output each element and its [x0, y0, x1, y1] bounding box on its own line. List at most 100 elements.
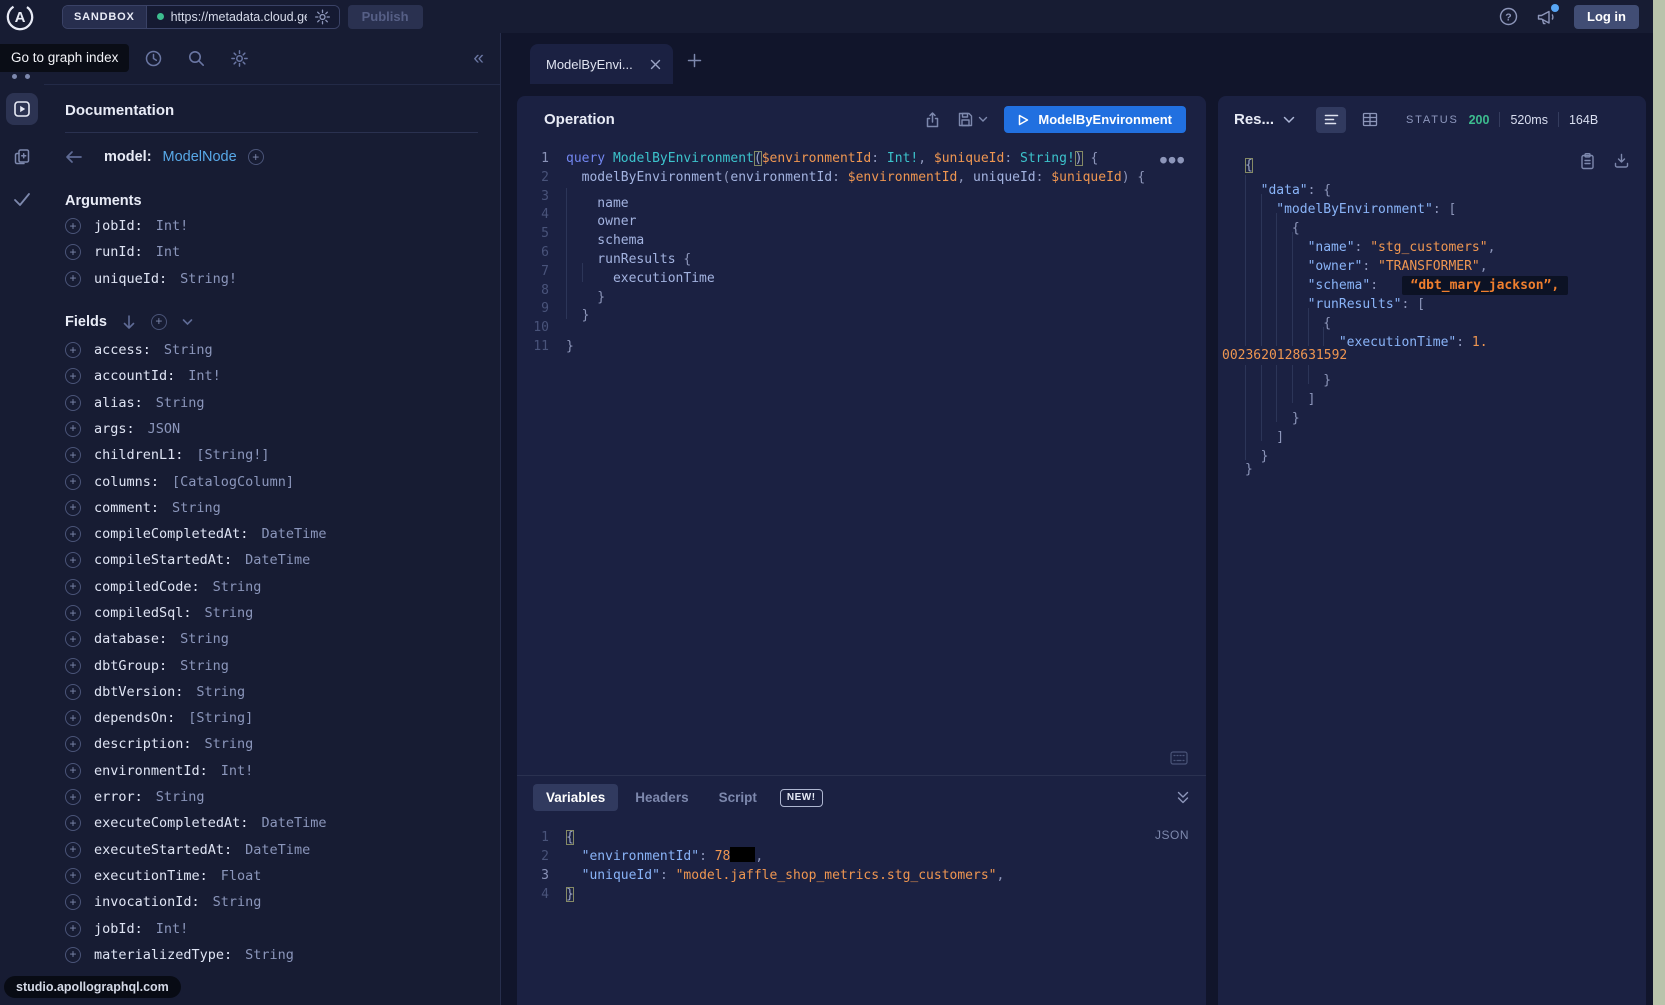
argument-row[interactable]: uniqueId:String! — [65, 266, 478, 292]
add-field-icon[interactable] — [65, 421, 81, 437]
field-row[interactable]: childrenL1:[String!] — [65, 442, 478, 468]
copy-response-icon[interactable] — [1579, 152, 1596, 170]
field-row[interactable]: executeCompletedAt:DateTime — [65, 810, 478, 836]
code-line[interactable]: 9} — [517, 300, 1206, 319]
code-line[interactable]: } — [1245, 365, 1646, 384]
run-operation-button[interactable]: ModelByEnvironment — [1004, 106, 1186, 133]
code-line[interactable]: 4 owner — [517, 206, 1206, 225]
type-link[interactable]: ModelNode — [163, 149, 237, 165]
add-field-icon[interactable] — [65, 947, 81, 963]
field-row[interactable]: comment:String — [65, 495, 478, 521]
field-row[interactable]: environmentId:Int! — [65, 758, 478, 784]
tab-script[interactable]: Script — [706, 784, 770, 811]
settings-gear-icon[interactable] — [230, 49, 249, 68]
code-line[interactable]: "name": "stg_customers", — [1245, 232, 1646, 251]
add-field-icon[interactable] — [65, 736, 81, 752]
download-response-icon[interactable] — [1613, 152, 1630, 169]
collapse-panel-icon[interactable]: « — [473, 49, 484, 68]
keyboard-shortcuts-icon[interactable] — [1170, 751, 1188, 765]
code-line[interactable]: "data": { — [1245, 175, 1646, 194]
code-line[interactable]: 3 "uniqueId": "model.jaffle_shop_metrics… — [517, 866, 1206, 885]
code-line[interactable]: } — [1245, 460, 1646, 479]
announcements-megaphone-icon[interactable] — [1536, 8, 1556, 26]
checks-nav-item[interactable] — [11, 189, 33, 209]
add-field-icon[interactable] — [65, 500, 81, 516]
add-field-icon[interactable] — [65, 447, 81, 463]
endpoint-url-input[interactable]: https://metadata.cloud.get — [147, 6, 339, 28]
field-row[interactable]: materializedType:String — [65, 942, 478, 968]
add-field-icon[interactable] — [65, 395, 81, 411]
field-row[interactable]: jobId:Int! — [65, 915, 478, 941]
new-tab-icon[interactable] — [687, 53, 702, 68]
field-row[interactable]: executionTime:Float — [65, 863, 478, 889]
add-field-icon[interactable] — [65, 342, 81, 358]
field-row[interactable]: compiledCode:String — [65, 574, 478, 600]
save-chevron-icon[interactable] — [978, 116, 988, 123]
field-row[interactable]: compiledSql:String — [65, 600, 478, 626]
code-line[interactable]: 4} — [517, 885, 1206, 904]
code-line[interactable]: 10 — [517, 319, 1206, 338]
field-row[interactable]: error:String — [65, 784, 478, 810]
add-field-icon[interactable] — [65, 789, 81, 805]
code-line[interactable]: "owner": "TRANSFORMER", — [1245, 251, 1646, 270]
add-field-icon[interactable] — [65, 244, 81, 260]
code-line[interactable]: "modelByEnvironment": [ — [1245, 194, 1646, 213]
tab-variables[interactable]: Variables — [533, 784, 618, 811]
field-row[interactable]: access:String — [65, 337, 478, 363]
add-field-icon[interactable] — [65, 921, 81, 937]
collapse-variables-icon[interactable] — [1176, 791, 1190, 804]
explorer-nav-item[interactable] — [6, 93, 38, 125]
add-field-icon[interactable] — [248, 149, 264, 165]
add-field-icon[interactable] — [65, 894, 81, 910]
add-field-icon[interactable] — [65, 684, 81, 700]
publish-button[interactable]: Publish — [348, 5, 423, 29]
response-dropdown[interactable]: Res... — [1234, 111, 1274, 128]
add-field-icon[interactable] — [65, 271, 81, 287]
tab-headers[interactable]: Headers — [622, 784, 701, 811]
add-field-icon[interactable] — [65, 552, 81, 568]
field-row[interactable]: compileCompletedAt:DateTime — [65, 521, 478, 547]
code-line[interactable]: ] — [1245, 422, 1646, 441]
add-field-icon[interactable] — [65, 842, 81, 858]
code-line[interactable]: "executionTime": 1. — [1245, 327, 1646, 346]
code-line[interactable]: 1{ — [517, 828, 1206, 847]
code-line[interactable]: 7 executionTime — [517, 263, 1206, 282]
back-arrow-icon[interactable] — [65, 149, 83, 165]
login-button[interactable]: Log in — [1574, 5, 1639, 29]
argument-row[interactable]: runId:Int — [65, 239, 478, 265]
code-line[interactable]: { — [1245, 308, 1646, 327]
code-line[interactable]: 2 "environmentId": 78, — [517, 847, 1206, 866]
add-field-icon[interactable] — [65, 815, 81, 831]
add-field-icon[interactable] — [65, 526, 81, 542]
field-row[interactable]: executeStartedAt:DateTime — [65, 837, 478, 863]
add-field-icon[interactable] — [65, 710, 81, 726]
field-row[interactable]: dbtGroup:String — [65, 652, 478, 678]
code-line[interactable]: } — [1245, 441, 1646, 460]
add-field-icon[interactable] — [65, 631, 81, 647]
endpoint-settings-gear-icon[interactable] — [314, 8, 331, 26]
add-field-icon[interactable] — [65, 763, 81, 779]
field-row[interactable]: args:JSON — [65, 416, 478, 442]
code-line[interactable]: 6 runResults { — [517, 244, 1206, 263]
add-field-icon[interactable] — [65, 474, 81, 490]
code-line[interactable]: 11} — [517, 338, 1206, 357]
code-line[interactable]: ] — [1245, 384, 1646, 403]
search-icon[interactable] — [187, 49, 206, 68]
variables-editor[interactable]: JSON 1{2 "environmentId": 78,3 "uniqueId… — [517, 819, 1206, 1005]
field-row[interactable]: database:String — [65, 626, 478, 652]
code-line[interactable]: 5 schema — [517, 225, 1206, 244]
response-body[interactable]: {"data": {"modelByEnvironment": [{"name"… — [1218, 143, 1646, 479]
code-line[interactable]: 1query ModelByEnvironment($environmentId… — [517, 150, 1206, 169]
field-row[interactable]: dbtVersion:String — [65, 679, 478, 705]
line-actions-ellipsis-icon[interactable]: ●●● — [1160, 153, 1186, 166]
field-row[interactable]: dependsOn:[String] — [65, 705, 478, 731]
add-field-icon[interactable] — [65, 658, 81, 674]
view-table-toggle[interactable] — [1355, 107, 1385, 133]
view-raw-toggle[interactable] — [1316, 107, 1346, 133]
add-field-icon[interactable] — [65, 368, 81, 384]
save-icon[interactable] — [957, 111, 974, 128]
operation-code-editor[interactable]: ●●● 1query ModelByEnvironment($environme… — [517, 143, 1206, 775]
code-line[interactable]: "schema": “dbt_mary_jackson”, — [1245, 270, 1646, 289]
argument-row[interactable]: jobId:Int! — [65, 213, 478, 239]
share-icon[interactable] — [924, 111, 941, 129]
